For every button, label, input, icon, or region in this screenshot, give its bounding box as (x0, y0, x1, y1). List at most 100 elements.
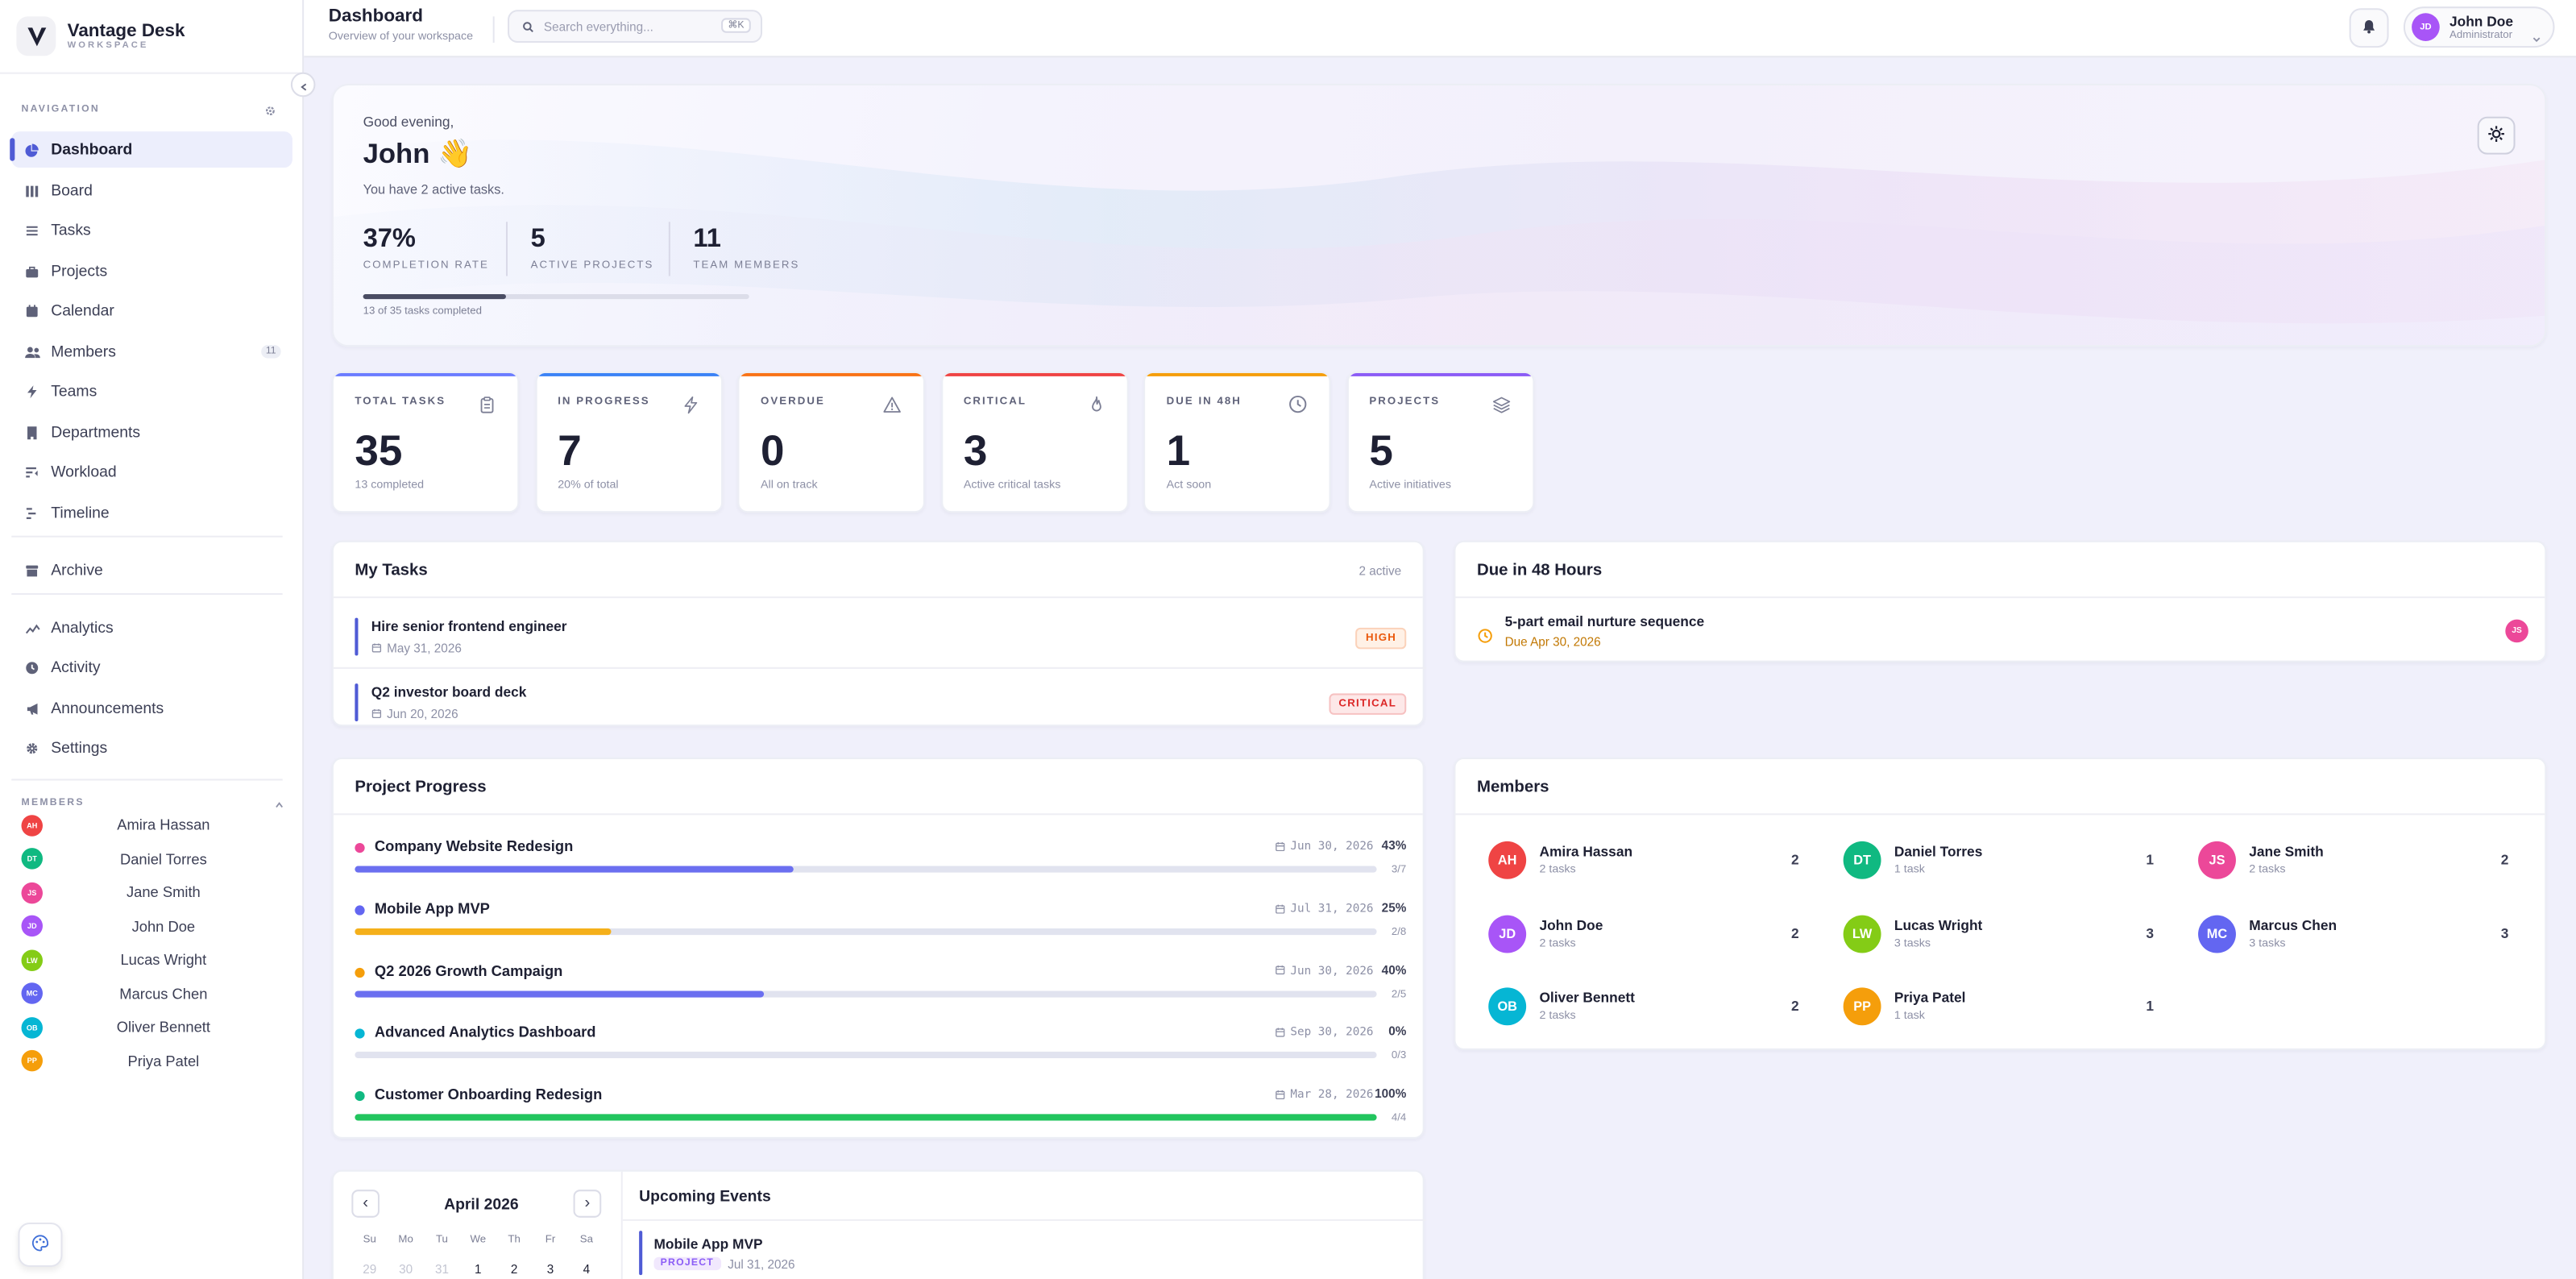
stat-label: DUE IN 48H (1166, 396, 1242, 408)
sidebar-item-label: Activity (51, 658, 101, 677)
sidebar-item-dashboard[interactable]: Dashboard (10, 131, 292, 168)
sidebar-member[interactable]: DT Daniel Torres (21, 845, 284, 872)
brand-name: Vantage Desk (67, 21, 185, 41)
calendar-month: April 2026 (444, 1196, 519, 1215)
sidebar-member[interactable]: JD John Doe (21, 913, 284, 940)
member-card-item[interactable]: JS Jane Smith 2 tasks 2 (2187, 838, 2508, 887)
member-count: 1 (2146, 997, 2154, 1015)
stat-label: CRITICAL (963, 396, 1027, 408)
member-card-item[interactable]: LW Lucas Wright 3 tasks 3 (1831, 911, 2154, 961)
task-accent (355, 617, 359, 656)
calendar-icon (371, 643, 382, 654)
stat-card-total-tasks[interactable]: TOTAL TASKS 35 13 completed (331, 371, 520, 513)
sidebar-collapse-button[interactable] (290, 72, 316, 98)
project-task-count: 2/8 (1391, 926, 1407, 938)
stat-card-in-progress[interactable]: IN PROGRESS 7 20% of total (534, 371, 723, 513)
avatar: JD (21, 915, 44, 937)
hero-stat-projects: 5 ACTIVE PROJECTS (531, 225, 654, 271)
hero-stat-value: 37% (363, 225, 416, 253)
calendar-day[interactable]: 1 (460, 1262, 496, 1277)
member-name: Marcus Chen (119, 985, 208, 1002)
sidebar-member[interactable]: PP Priya Patel (21, 1048, 284, 1074)
user-menu[interactable]: JD John Doe Administrator (2403, 6, 2555, 48)
task-date: Jun 20, 2026 (387, 706, 458, 722)
project-task-count: 3/7 (1391, 864, 1407, 876)
stat-card-due-in-48h[interactable]: DUE IN 48H 1 Act soon (1143, 371, 1331, 513)
due-item[interactable]: 5-part email nurture sequence Due Apr 30… (1477, 613, 2528, 653)
users-icon (25, 344, 41, 359)
avatar: AH (21, 814, 44, 836)
member-card-item[interactable]: OB Oliver Bennett 2 tasks 2 (1477, 984, 1799, 1033)
project-row[interactable]: Company Website Redesign Jun 30, 2026 43% 3… (355, 835, 1406, 894)
member-card-item[interactable]: DT Daniel Torres 1 task 1 (1831, 838, 2154, 887)
project-date: Jun 30, 2026 (1290, 839, 1374, 853)
sidebar-item-archive[interactable]: Archive (11, 552, 292, 588)
project-percent: 40% (1381, 961, 1407, 978)
sidebar-member[interactable]: LW Lucas Wright (21, 946, 284, 973)
project-row[interactable]: Customer Onboarding Redesign Mar 28, 2026… (355, 1083, 1406, 1142)
stat-accent-bar (536, 372, 721, 376)
hero-settings-button[interactable] (2477, 116, 2516, 155)
sidebar-member[interactable]: JS Jane Smith (21, 879, 284, 906)
due-48h-card: Due in 48 Hours 5-part email nurture seq… (1454, 540, 2547, 662)
calendar-day[interactable]: 4 (568, 1262, 604, 1277)
user-name: John Doe (2449, 12, 2513, 29)
task-item[interactable]: Hire senior frontend engineer May 31, 202… (333, 613, 1426, 669)
project-date-row: Jun 30, 2026 (1275, 839, 1374, 853)
member-card-item[interactable]: MC Marcus Chen 3 tasks 3 (2187, 911, 2508, 961)
sidebar-item-departments[interactable]: Departments (11, 414, 292, 451)
next-month-button[interactable]: › (573, 1190, 602, 1218)
member-card-item[interactable]: JD John Doe 2 tasks 2 (1477, 911, 1799, 961)
prev-month-button[interactable]: ‹ (351, 1190, 380, 1218)
sidebar-item-analytics[interactable]: Analytics (11, 609, 292, 646)
avatar: JD (2412, 13, 2440, 41)
search-input[interactable]: Search everything... ⌘K (508, 10, 763, 44)
sidebar-item-calendar[interactable]: Calendar (11, 293, 292, 329)
sidebar-item-members[interactable]: Members 11 (11, 334, 292, 370)
chevron-down-icon (2532, 23, 2541, 53)
sidebar-item-timeline[interactable]: Timeline (11, 495, 292, 531)
sidebar-item-tasks[interactable]: Tasks (11, 212, 292, 248)
stat-card-projects[interactable]: PROJECTS 5 Active initiatives (1346, 371, 1534, 513)
brand[interactable]: Vantage Desk WORKSPACE (0, 0, 303, 74)
project-row[interactable]: Q2 2026 Growth Campaign Jun 30, 2026 40% 2/… (355, 959, 1406, 1018)
notifications-button[interactable] (2349, 8, 2389, 48)
sidebar-item-projects[interactable]: Projects (11, 253, 292, 289)
palette-button[interactable] (18, 1222, 63, 1267)
nav-settings-icon[interactable] (264, 95, 276, 125)
calendar-icon (1275, 1090, 1285, 1100)
card-title: My Tasks (355, 562, 428, 580)
project-status-dot (355, 1091, 365, 1102)
task-item[interactable]: Q2 investor board deck Jun 20, 2026 CRITIC… (355, 679, 1407, 731)
sidebar-item-teams[interactable]: Teams (11, 373, 292, 409)
stat-card-critical[interactable]: CRITICAL 3 Active critical tasks (940, 371, 1128, 513)
member-card-item[interactable]: AH Amira Hassan 2 tasks 2 (1477, 838, 1799, 887)
member-card-item[interactable]: PP Priya Patel 1 task 1 (1831, 984, 2154, 1033)
sidebar-item-announcements[interactable]: Announcements (11, 690, 292, 726)
sidebar-item-badge: 11 (260, 345, 281, 359)
card-divider (622, 1219, 1426, 1221)
calendar-icon (1275, 965, 1285, 976)
project-row[interactable]: Mobile App MVP Jul 31, 2026 25% 2/8 (355, 897, 1406, 956)
calendar-day[interactable]: 29 (351, 1262, 388, 1277)
sidebar-item-workload[interactable]: Workload (11, 454, 292, 490)
sidebar-item-settings[interactable]: Settings (11, 729, 292, 766)
sidebar-item-activity[interactable]: Activity (11, 649, 292, 685)
search-icon (522, 20, 533, 32)
sidebar-member[interactable]: OB Oliver Bennett (21, 1014, 284, 1040)
sidebar-member[interactable]: AH Amira Hassan (21, 812, 284, 838)
sidebar-item-board[interactable]: Board (11, 172, 292, 209)
calendar-day[interactable]: 2 (496, 1262, 533, 1277)
sidebar-member[interactable]: MC Marcus Chen (21, 980, 284, 1007)
calendar-day[interactable]: 31 (424, 1262, 460, 1277)
calendar-day[interactable]: 30 (388, 1262, 424, 1277)
stat-accent-bar (1347, 372, 1533, 376)
stat-card-overdue[interactable]: OVERDUE 0 All on track (737, 371, 925, 513)
calendar-day[interactable]: 3 (533, 1262, 569, 1277)
project-row[interactable]: Advanced Analytics Dashboard Sep 30, 2026… (355, 1021, 1406, 1080)
event-item[interactable]: Mobile App MVP PROJECT Jul 31, 2026 (639, 1231, 1395, 1279)
hero-summary: You have 2 active tasks. (363, 182, 504, 197)
member-count: 2 (1790, 924, 1799, 941)
project-progress-track (355, 866, 1377, 873)
hero-progress-bar (363, 293, 749, 300)
